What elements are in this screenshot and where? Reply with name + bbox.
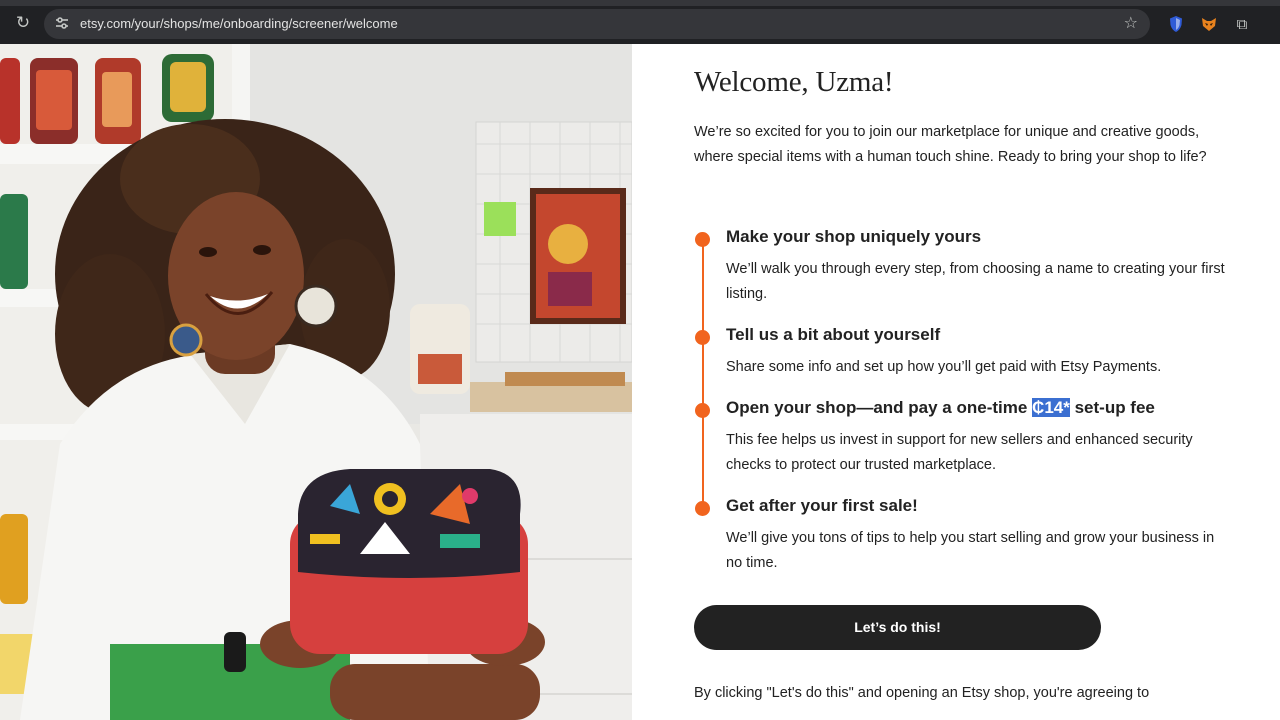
reload-icon[interactable]: ↻ xyxy=(12,12,34,34)
legal-text: By clicking "Let's do this" and opening … xyxy=(694,685,1150,701)
step-description: This fee helps us invest in support for … xyxy=(726,432,1193,473)
step-title: Tell us a bit about yourself xyxy=(726,325,941,344)
step-title: Get after your first sale! xyxy=(726,496,918,515)
selected-fee-text[interactable]: ₵14* xyxy=(1032,398,1070,417)
lets-do-this-button[interactable]: Let’s do this! xyxy=(694,605,1101,650)
intro-text: We’re so excited for you to join our mar… xyxy=(694,124,1207,165)
extensions-puzzle-icon[interactable]: ⧉ xyxy=(1232,14,1252,34)
step-description: We’ll give you tons of tips to help you … xyxy=(726,530,1215,571)
seller-portrait-illustration xyxy=(0,44,632,720)
step-title: Make your shop uniquely yours xyxy=(726,227,982,246)
step-title-text: Open your shop—and pay a one-time xyxy=(726,398,1033,417)
onboarding-welcome-panel: Welcome, Uzma! We’re so excited for you … xyxy=(632,44,1280,720)
timeline-dot xyxy=(695,403,710,418)
hero-photo xyxy=(0,44,632,720)
step-title-text: set-up fee xyxy=(1069,398,1155,417)
step-description: We’ll walk you through every step, from … xyxy=(726,261,1225,302)
step-description: Share some info and set up how you’ll ge… xyxy=(726,359,1162,375)
address-url[interactable]: etsy.com/your/shops/me/onboarding/screen… xyxy=(80,9,398,39)
site-settings-icon[interactable] xyxy=(54,15,70,31)
timeline-line xyxy=(702,236,704,506)
extension-shield-icon[interactable] xyxy=(1166,14,1186,34)
extension-fox-icon[interactable] xyxy=(1199,14,1219,34)
timeline-dot xyxy=(695,501,710,516)
address-bar[interactable]: etsy.com/your/shops/me/onboarding/screen… xyxy=(44,9,1150,39)
bookmark-star-icon[interactable]: ☆ xyxy=(1124,13,1138,32)
browser-toolbar: ↻ etsy.com/your/shops/me/onboarding/scre… xyxy=(0,0,1280,44)
step-title: Open your shop—and pay a one-time ₵14* s… xyxy=(726,398,1155,418)
timeline-dot xyxy=(695,232,710,247)
page-title: Welcome, Uzma! xyxy=(694,66,894,98)
timeline-dot xyxy=(695,330,710,345)
